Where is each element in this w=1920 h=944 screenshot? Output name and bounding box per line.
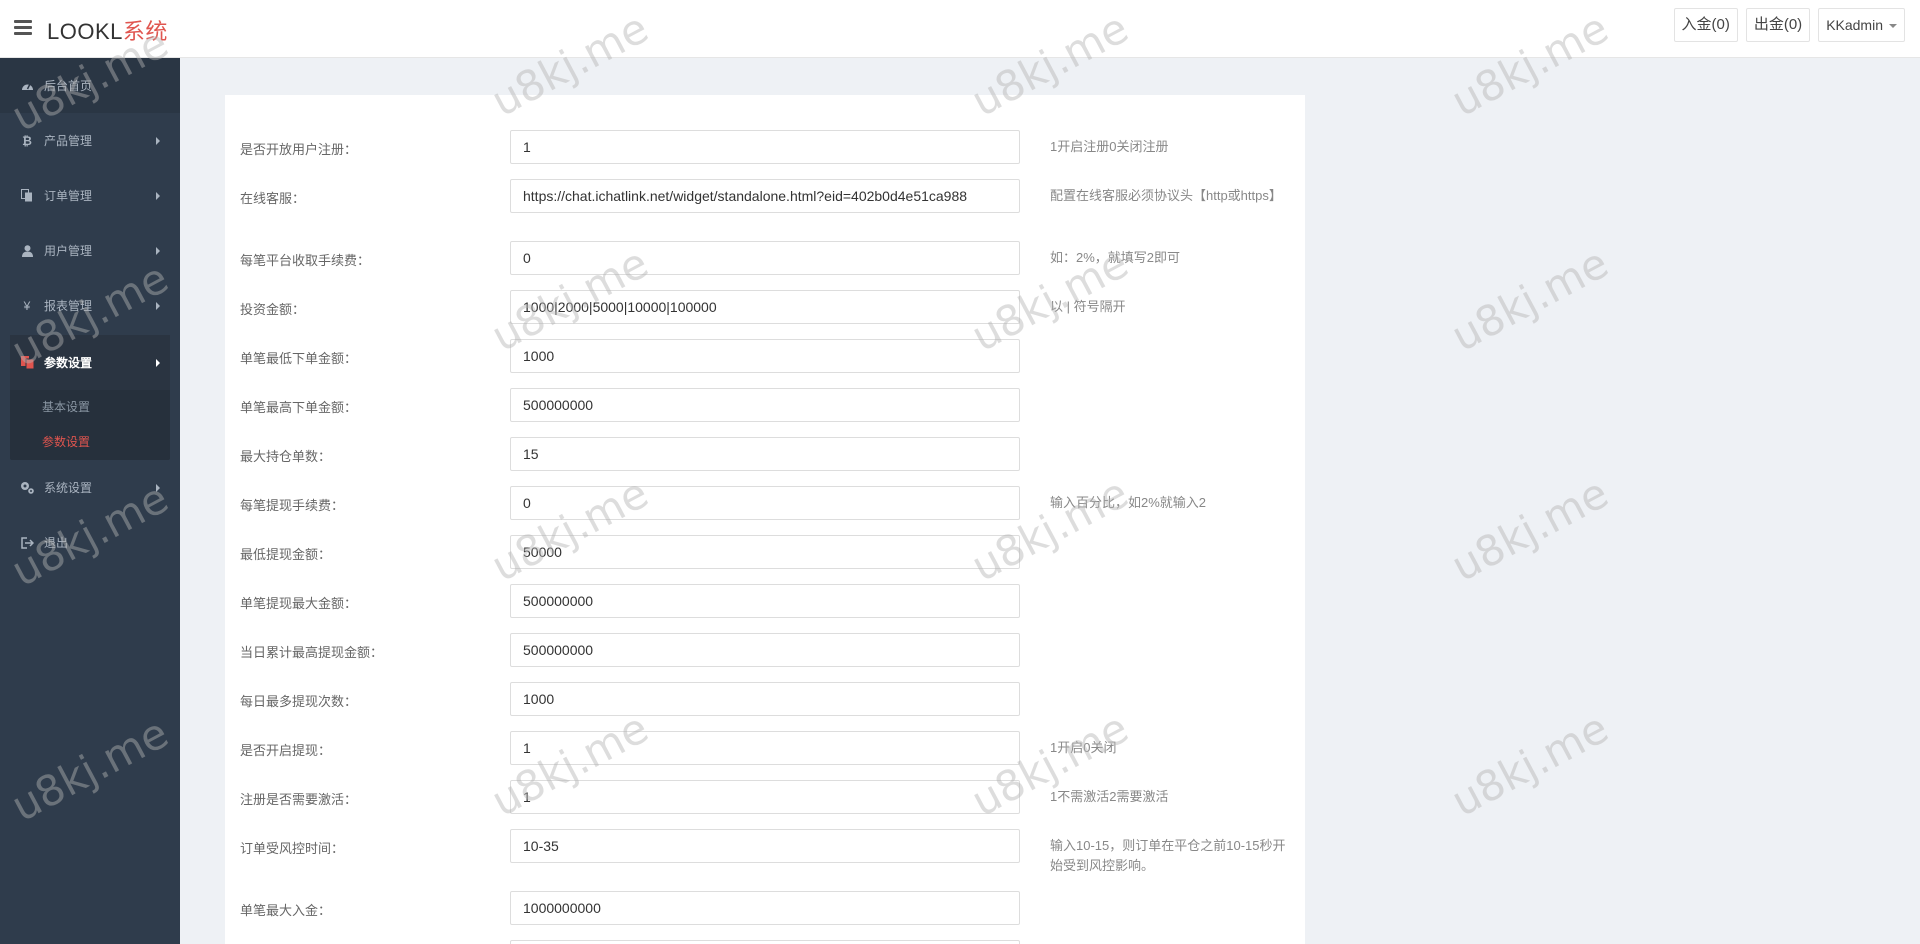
max-deposit-input[interactable]	[510, 891, 1020, 925]
field-label: 是否开放用户注册：	[240, 142, 358, 157]
sidebar-item-label: 用户管理	[44, 244, 93, 258]
field-label: 投资金额：	[240, 302, 306, 317]
field-label: 在线客服：	[240, 191, 306, 206]
field-label: 订单受风控时间：	[240, 841, 345, 856]
next-field-input[interactable]	[510, 940, 1020, 944]
sidebar-item-label: 产品管理	[44, 134, 93, 148]
deposit-button[interactable]: 入金(0)	[1673, 8, 1738, 42]
sidebar-item-products[interactable]: ₿ 产品管理	[0, 113, 180, 168]
daily-withdraw-count-input[interactable]	[510, 682, 1020, 716]
max-positions-input[interactable]	[510, 437, 1020, 471]
field-label: 单笔最高下单金额：	[240, 400, 358, 415]
registration-activation-input[interactable]	[510, 780, 1020, 814]
withdraw-button[interactable]: 出金(0)	[1745, 8, 1811, 42]
chevron-right-icon	[156, 484, 160, 492]
sidebar-item-reports[interactable]: ¥ 报表管理	[0, 278, 180, 333]
sidebar-item-label: 参数设置	[44, 356, 93, 370]
investment-amount-input[interactable]	[510, 290, 1020, 324]
field-label: 单笔提现最大金额：	[240, 596, 358, 611]
user-name: KKadmin	[1826, 17, 1883, 33]
sign-out-icon	[20, 536, 34, 550]
min-order-amount-input[interactable]	[510, 339, 1020, 373]
dashboard-icon	[20, 79, 34, 93]
field-label: 当日累计最高提现金额：	[240, 645, 384, 660]
gears-icon	[20, 481, 34, 495]
online-service-input[interactable]	[510, 179, 1020, 213]
sidebar-item-system[interactable]: 系统设置	[0, 460, 180, 515]
risk-control-time-input[interactable]	[510, 829, 1020, 863]
chevron-right-icon	[156, 137, 160, 145]
sidebar-item-label: 后台首页	[44, 79, 93, 93]
field-label: 每笔提现手续费：	[240, 498, 345, 513]
watermark: u8kj.me	[1443, 468, 1617, 591]
sidebar-group-params: 参数设置 基本设置 参数设置	[10, 335, 170, 460]
sidebar-item-label: 订单管理	[44, 189, 93, 203]
files-icon	[20, 356, 34, 370]
max-single-withdraw-input[interactable]	[510, 584, 1020, 618]
menu-toggle-icon[interactable]	[14, 20, 32, 36]
open-registration-input[interactable]	[510, 130, 1020, 164]
daily-max-withdraw-input[interactable]	[510, 633, 1020, 667]
field-hint: 1不需激活2需要激活	[1050, 789, 1169, 804]
caret-down-icon	[1889, 24, 1897, 29]
field-hint: 以 | 符号隔开	[1050, 299, 1126, 314]
field-label: 每日最多提现次数：	[240, 694, 358, 709]
field-label: 每笔平台收取手续费：	[240, 253, 371, 268]
max-order-amount-input[interactable]	[510, 388, 1020, 422]
platform-fee-input[interactable]	[510, 241, 1020, 275]
sidebar-subitem-basic[interactable]: 基本设置	[10, 390, 170, 425]
chevron-right-icon	[156, 359, 160, 367]
chevron-right-icon	[156, 302, 160, 310]
user-icon	[20, 244, 34, 258]
field-label: 单笔最低下单金额：	[240, 351, 358, 366]
settings-form-panel: 是否开放用户注册： 1开启注册0关闭注册 在线客服： 配置在线客服必须协议头【h…	[225, 95, 1305, 944]
field-hint: 如：2%，就填写2即可	[1050, 250, 1181, 265]
field-label: 最低提现金额：	[240, 547, 332, 562]
sidebar-item-home[interactable]: 后台首页	[0, 58, 180, 113]
field-label: 单笔最大入金：	[240, 903, 332, 918]
chevron-right-icon	[156, 192, 160, 200]
watermark: u8kj.me	[1443, 703, 1617, 826]
logo-sys: 系统	[122, 19, 168, 44]
field-label: 注册是否需要激活：	[240, 792, 358, 807]
copy-icon	[20, 189, 34, 203]
sidebar: 后台首页 ₿ 产品管理 订单管理 用户管理 ¥ 报表管理 参数设置 基本设置 参…	[0, 58, 180, 944]
enable-withdraw-input[interactable]	[510, 731, 1020, 765]
sidebar-item-orders[interactable]: 订单管理	[0, 168, 180, 223]
field-hint: 1开启注册0关闭注册	[1050, 139, 1169, 154]
sidebar-item-users[interactable]: 用户管理	[0, 223, 180, 278]
top-bar: LOOKL系统 入金(0) 出金(0) KKadmin	[0, 0, 1920, 58]
chevron-right-icon	[156, 247, 160, 255]
field-label: 是否开启提现：	[240, 743, 332, 758]
sidebar-subitem-params[interactable]: 参数设置	[10, 425, 170, 460]
field-hint: 输入百分比，如2%就输入2	[1050, 495, 1207, 510]
field-hint: 配置在线客服必须协议头【http或https】	[1050, 188, 1282, 203]
withdraw-fee-input[interactable]	[510, 486, 1020, 520]
min-withdraw-input[interactable]	[510, 535, 1020, 569]
bitcoin-icon: ₿	[22, 133, 32, 148]
logo-main: LOOKL	[47, 19, 123, 44]
watermark: u8kj.me	[1443, 238, 1617, 361]
yen-icon: ¥	[23, 298, 31, 313]
field-label: 最大持仓单数：	[240, 449, 332, 464]
app-logo: LOOKL系统	[47, 14, 168, 46]
sidebar-item-label: 报表管理	[44, 299, 93, 313]
field-hint: 1开启0关闭	[1050, 740, 1117, 755]
sidebar-item-params[interactable]: 参数设置	[10, 335, 170, 390]
sidebar-item-label: 系统设置	[44, 481, 93, 495]
sidebar-item-logout[interactable]: 退出	[0, 515, 180, 570]
field-hint: 输入10-15，则订单在平仓之前10-15秒开始受到风控影响。	[1050, 838, 1286, 873]
sidebar-item-label: 退出	[44, 536, 69, 550]
user-menu-button[interactable]: KKadmin	[1818, 8, 1905, 42]
